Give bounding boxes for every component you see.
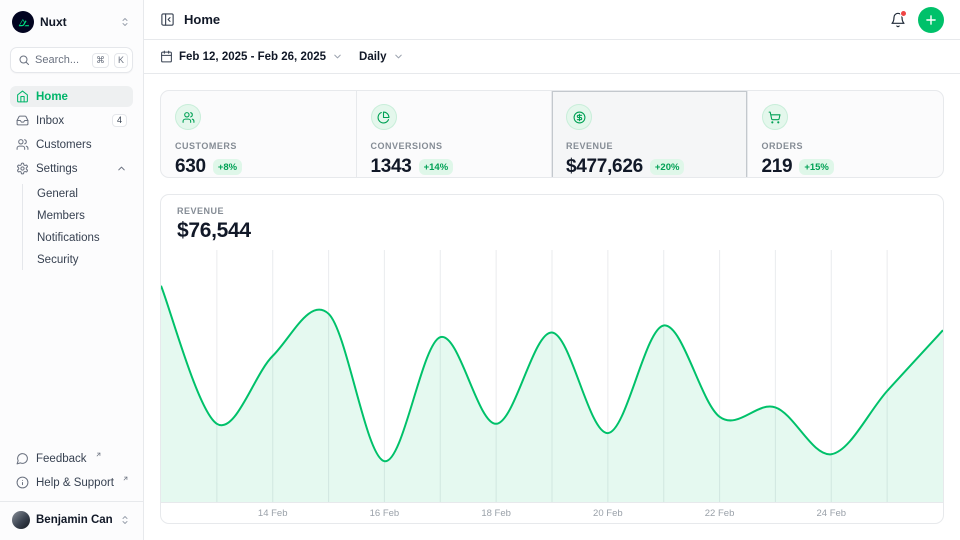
sidebar-toggle-button[interactable]: [160, 12, 175, 27]
stat-delta-badge: +20%: [650, 159, 685, 175]
x-axis-tick: 16 Feb: [370, 508, 400, 519]
kbd-command: ⌘: [92, 53, 109, 68]
sidebar-item-inbox[interactable]: Inbox 4: [10, 110, 133, 131]
chart-plot-area[interactable]: [161, 250, 943, 502]
stat-card-orders[interactable]: ORDERS 219 +15%: [748, 91, 944, 178]
sidebar-subitem-notifications[interactable]: Notifications: [33, 228, 133, 248]
sidebar-item-label: Settings: [36, 163, 78, 175]
revenue-chart-card: REVENUE $76,544 14 Feb 16 Feb 18 Feb 20 Feb…: [160, 194, 944, 524]
calendar-icon: [160, 50, 173, 63]
chart-title: REVENUE: [177, 206, 927, 216]
main-area: Home Feb 12, 2025 - Feb 26, 2025 Daily C…: [144, 0, 960, 540]
stat-value: 219: [762, 156, 793, 178]
top-header: Home: [144, 0, 960, 40]
chart-pie-icon: [371, 104, 397, 130]
sidebar-item-home[interactable]: Home: [10, 86, 133, 107]
stat-label: REVENUE: [566, 141, 733, 151]
settings-subnav: GeneralMembersNotificationsSecurity: [22, 184, 133, 270]
user-name: Benjamin Canac: [36, 514, 113, 526]
nuxt-logo-icon: [12, 11, 34, 33]
x-axis-tick: 14 Feb: [258, 508, 288, 519]
stat-label: CUSTOMERS: [175, 141, 342, 151]
external-arrow-icon: [122, 475, 129, 482]
sidebar-link-help-support[interactable]: Help & Support: [10, 472, 133, 493]
sidebar-link-feedback[interactable]: Feedback: [10, 448, 133, 469]
stat-card-conversions[interactable]: CONVERSIONS 1343 +14%: [357, 91, 553, 178]
workspace-name: Nuxt: [40, 15, 67, 29]
sidebar-item-label: Inbox: [36, 115, 64, 127]
stat-card-customers[interactable]: CUSTOMERS 630 +8%: [161, 91, 357, 178]
stat-card-revenue[interactable]: REVENUE $477,626 +20%: [552, 91, 748, 178]
notifications-button[interactable]: [890, 12, 906, 28]
x-axis-tick: 18 Feb: [481, 508, 511, 519]
user-menu[interactable]: Benjamin Canac: [10, 510, 133, 530]
period-select[interactable]: Daily: [359, 51, 404, 63]
notification-dot: [900, 10, 907, 17]
stats-row: CUSTOMERS 630 +8% CONVERSIONS 1343 +14% REVENU…: [160, 90, 944, 178]
users-icon: [16, 138, 29, 151]
users-icon: [175, 104, 201, 130]
period-value: Daily: [359, 51, 387, 63]
stat-label: CONVERSIONS: [371, 141, 538, 151]
inbox-count-badge: 4: [112, 114, 127, 128]
stat-label: ORDERS: [762, 141, 930, 151]
sidebar-footer-links: Feedback Help & Support: [10, 448, 133, 493]
sidebar-divider: [0, 501, 143, 502]
add-button[interactable]: [918, 7, 944, 33]
workspace-switcher[interactable]: Nuxt: [10, 10, 133, 34]
stat-value: 630: [175, 156, 206, 178]
stat-value: 1343: [371, 156, 412, 178]
revenue-chart-svg: [161, 250, 943, 502]
settings-icon: [16, 162, 29, 175]
chart-header: REVENUE $76,544: [161, 195, 943, 250]
chevron-down-icon: [393, 51, 404, 62]
sidebar-spacer: [10, 272, 133, 435]
circle-dollar-icon: [566, 104, 592, 130]
sidebar-item-label: Home: [36, 91, 68, 103]
sidebar-item-customers[interactable]: Customers: [10, 134, 133, 155]
page-title: Home: [184, 12, 220, 27]
sidebar-subitem-general[interactable]: General: [33, 184, 133, 204]
x-axis-tick: 20 Feb: [593, 508, 623, 519]
chart-total-value: $76,544: [177, 219, 927, 243]
select-chevrons-icon: [119, 16, 131, 28]
chevron-down-icon: [332, 51, 343, 62]
search-input[interactable]: Search... ⌘ K: [10, 47, 133, 73]
select-chevrons-icon: [119, 514, 131, 526]
stat-value: $477,626: [566, 156, 643, 178]
sidebar-subitem-security[interactable]: Security: [33, 250, 133, 270]
sidebar-item-label: Customers: [36, 139, 92, 151]
dashboard-app: Nuxt Search... ⌘ K Home Inbox 4 Customers Se…: [0, 0, 960, 540]
external-arrow-icon: [95, 451, 102, 458]
sidebar-link-label: Feedback: [36, 453, 87, 465]
avatar: [12, 511, 30, 529]
x-axis-tick: 22 Feb: [705, 508, 735, 519]
search-placeholder: Search...: [35, 54, 87, 66]
stat-delta-badge: +8%: [213, 159, 242, 175]
sidebar-item-settings[interactable]: Settings: [10, 158, 133, 179]
x-axis-tick: 24 Feb: [816, 508, 846, 519]
chart-x-axis: 14 Feb 16 Feb 18 Feb 20 Feb 22 Feb 24 Feb: [161, 502, 943, 523]
sidebar-link-label: Help & Support: [36, 477, 114, 489]
sidebar: Nuxt Search... ⌘ K Home Inbox 4 Customers Se…: [0, 0, 144, 540]
chevron-up-icon: [116, 163, 127, 174]
stat-delta-badge: +15%: [799, 159, 834, 175]
shopping-cart-icon: [762, 104, 788, 130]
home-icon: [16, 90, 29, 103]
message-circle-icon: [16, 452, 29, 465]
stat-delta-badge: +14%: [419, 159, 454, 175]
header-actions: [890, 7, 944, 33]
filters-toolbar: Feb 12, 2025 - Feb 26, 2025 Daily: [144, 40, 960, 74]
date-range-value: Feb 12, 2025 - Feb 26, 2025: [179, 51, 326, 63]
page-content: CUSTOMERS 630 +8% CONVERSIONS 1343 +14% REVENU…: [144, 74, 960, 540]
inbox-icon: [16, 114, 29, 127]
kbd-k: K: [114, 53, 128, 68]
date-range-picker[interactable]: Feb 12, 2025 - Feb 26, 2025: [160, 50, 343, 63]
sidebar-subitem-members[interactable]: Members: [33, 206, 133, 226]
search-icon: [18, 54, 30, 66]
sidebar-nav: Home Inbox 4 Customers Settings GeneralMember…: [10, 86, 133, 272]
info-icon: [16, 476, 29, 489]
